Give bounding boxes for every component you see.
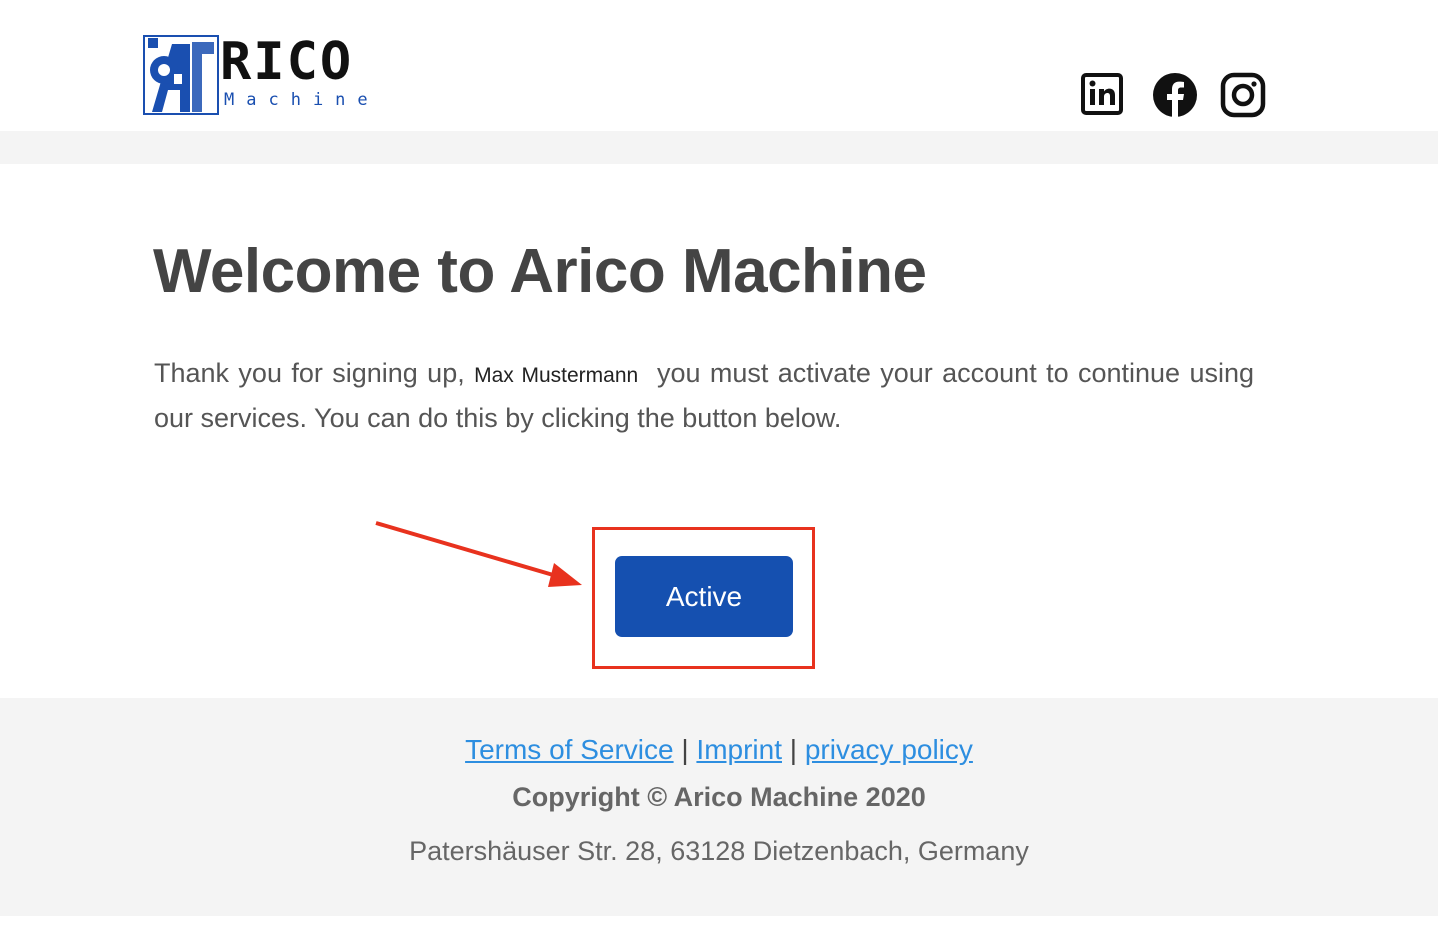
facebook-icon[interactable] [1152, 72, 1198, 123]
instagram-icon[interactable] [1220, 72, 1266, 123]
logo-subword: Machine [224, 90, 380, 110]
red-arrow-annotation [375, 521, 582, 587]
gear-logo-icon [143, 35, 219, 115]
email-page: RICO Machine Welcome to Arico Machine Th… [0, 0, 1438, 942]
user-name: Max Mustermann [474, 364, 639, 387]
terms-of-service-link[interactable]: Terms of Service [465, 734, 674, 765]
header-spacer [0, 131, 1438, 164]
footer: Terms of Service | Imprint | privacy pol… [0, 698, 1438, 916]
activation-message: Thank you for signing up, Max Mustermann… [154, 352, 1254, 439]
copyright-text: Copyright © Arico Machine 2020 [512, 782, 926, 812]
intro-text-start: Thank you for signing up, [154, 358, 465, 388]
footer-separator: | [789, 734, 798, 765]
page-title: Welcome to Arico Machine [153, 237, 927, 306]
imprint-link[interactable]: Imprint [696, 734, 782, 765]
logo-wordmark: RICO [220, 32, 354, 92]
header: RICO Machine [0, 0, 1438, 131]
linkedin-icon[interactable] [1080, 72, 1124, 121]
arico-logo[interactable]: RICO Machine [142, 32, 382, 118]
company-address: Patershäuser Str. 28, 63128 Dietzenbach,… [409, 836, 1029, 866]
privacy-policy-link[interactable]: privacy policy [805, 734, 973, 765]
footer-separator: | [681, 734, 689, 765]
footer-links: Terms of Service | Imprint | privacy pol… [0, 734, 1438, 766]
activate-account-button[interactable]: Active [615, 556, 793, 637]
